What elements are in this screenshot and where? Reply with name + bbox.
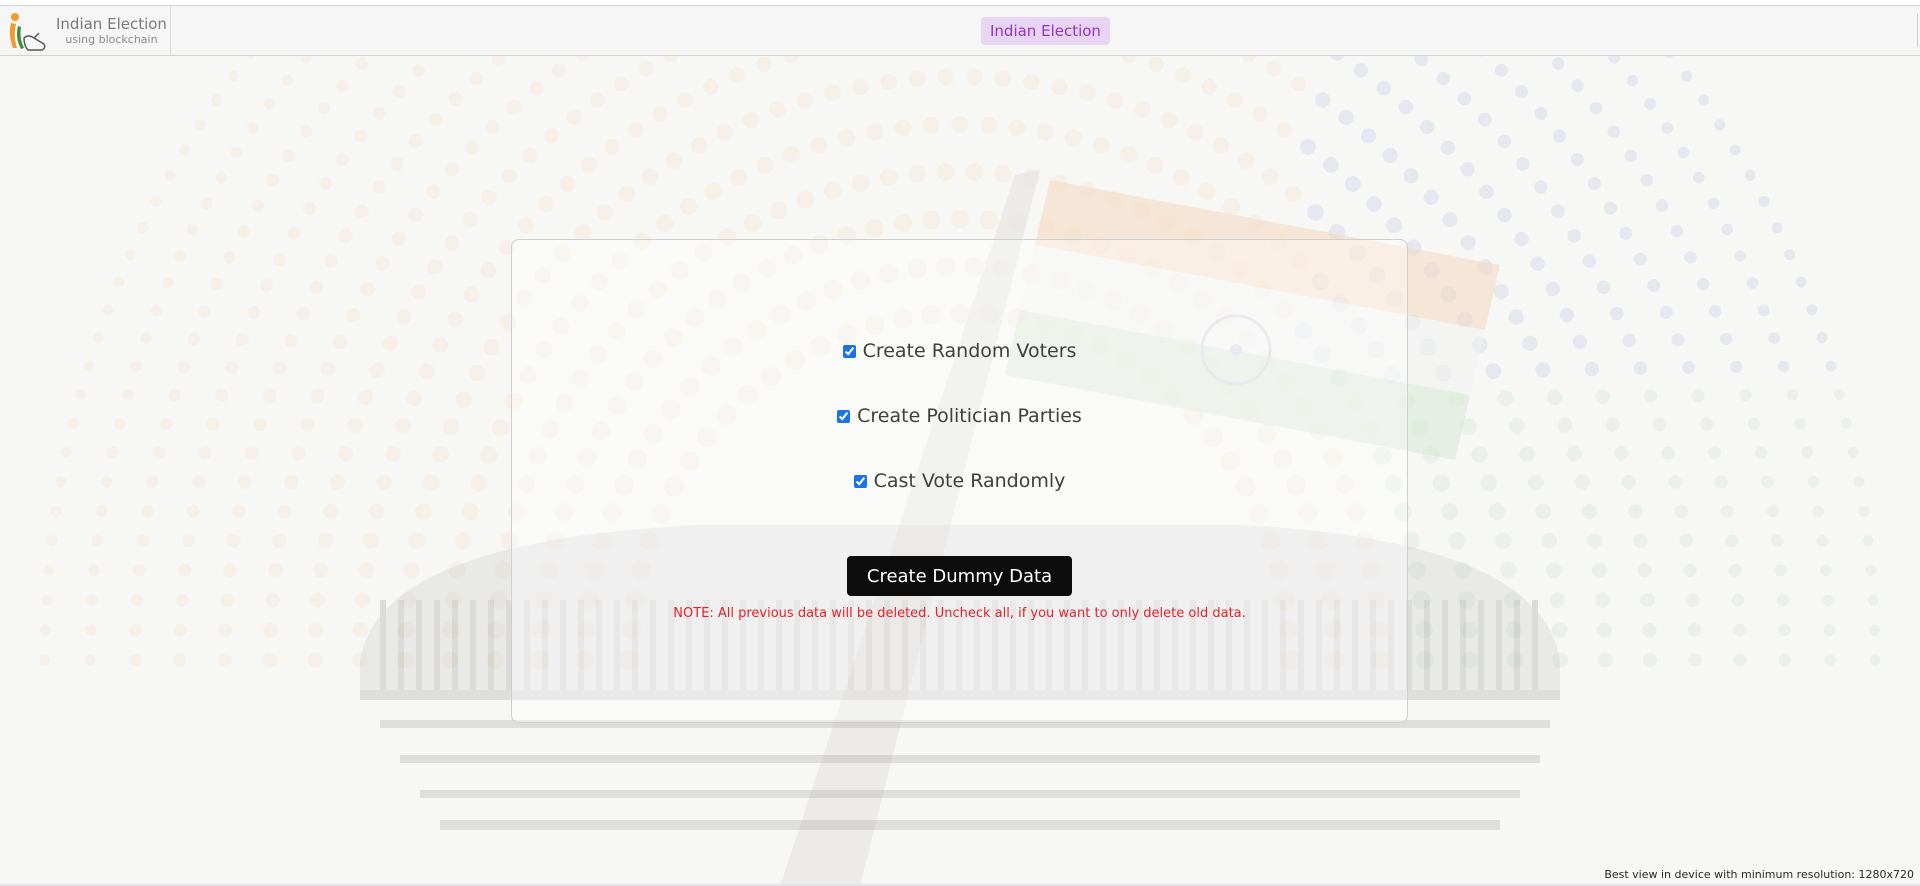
option-politician-parties: Create Politician Parties [512,405,1407,427]
politician-parties-checkbox[interactable] [837,409,851,423]
brand[interactable]: Indian Election using blockchain [0,6,171,55]
option-random-voters: Create Random Voters [512,340,1407,362]
random-voters-label[interactable]: Create Random Voters [863,340,1077,362]
navbar-divider [1917,14,1918,47]
nav-link-indian-election[interactable]: Indian Election [981,17,1110,45]
cast-vote-label[interactable]: Cast Vote Randomly [874,470,1066,492]
cast-vote-checkbox[interactable] [853,474,867,488]
submit-wrap: Create Dummy Data [512,556,1407,596]
voter-hand-logo-icon [9,12,46,51]
brand-subtitle: using blockchain [65,32,158,46]
politician-parties-label[interactable]: Create Politician Parties [857,405,1082,427]
brand-title: Indian Election [56,14,167,33]
resolution-note: Best view in device with minimum resolut… [1604,868,1914,881]
option-cast-vote: Cast Vote Randomly [512,470,1407,492]
create-dummy-data-button[interactable]: Create Dummy Data [846,556,1073,596]
page: Indian Election using blockchain Indian … [0,0,1920,886]
brand-text: Indian Election using blockchain [56,15,167,47]
warning-note: NOTE: All previous data will be deleted.… [673,606,1246,621]
random-voters-checkbox[interactable] [842,344,856,358]
dummy-data-form-card: Create Random Voters Create Politician P… [511,239,1408,723]
top-navbar: Indian Election using blockchain Indian … [0,6,1920,56]
